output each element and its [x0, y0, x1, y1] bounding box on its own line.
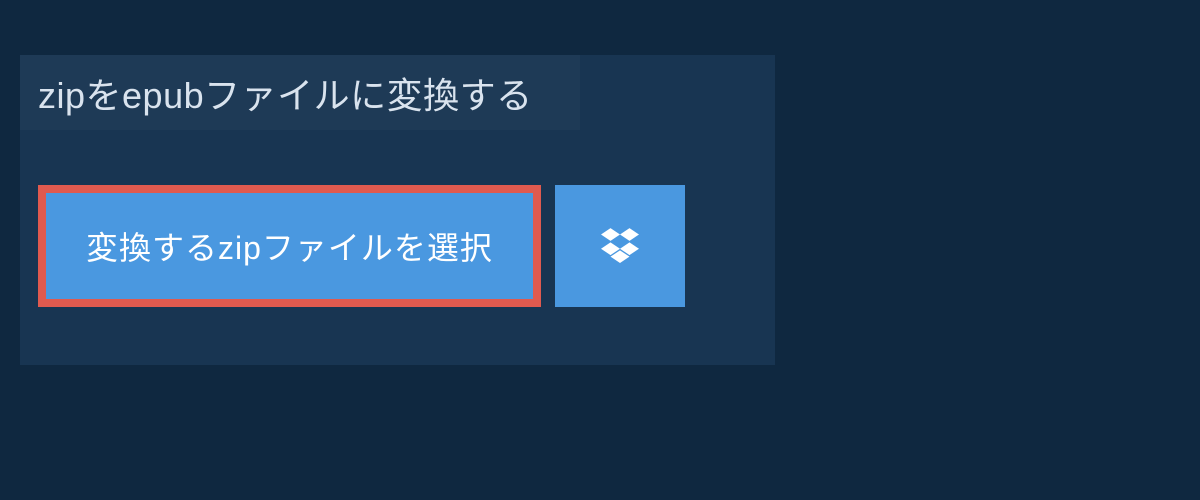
dropbox-button[interactable]: [555, 185, 685, 307]
dropbox-icon: [601, 225, 639, 268]
select-file-button[interactable]: 変換するzipファイルを選択: [38, 185, 541, 307]
select-file-label: 変換するzipファイルを選択: [86, 223, 493, 269]
converter-card: zipをepubファイルに変換する 変換するzipファイルを選択: [20, 55, 775, 365]
button-row: 変換するzipファイルを選択: [38, 185, 685, 307]
page-title: zipをepubファイルに変換する: [38, 67, 533, 119]
heading-bar: zipをepubファイルに変換する: [20, 55, 580, 130]
